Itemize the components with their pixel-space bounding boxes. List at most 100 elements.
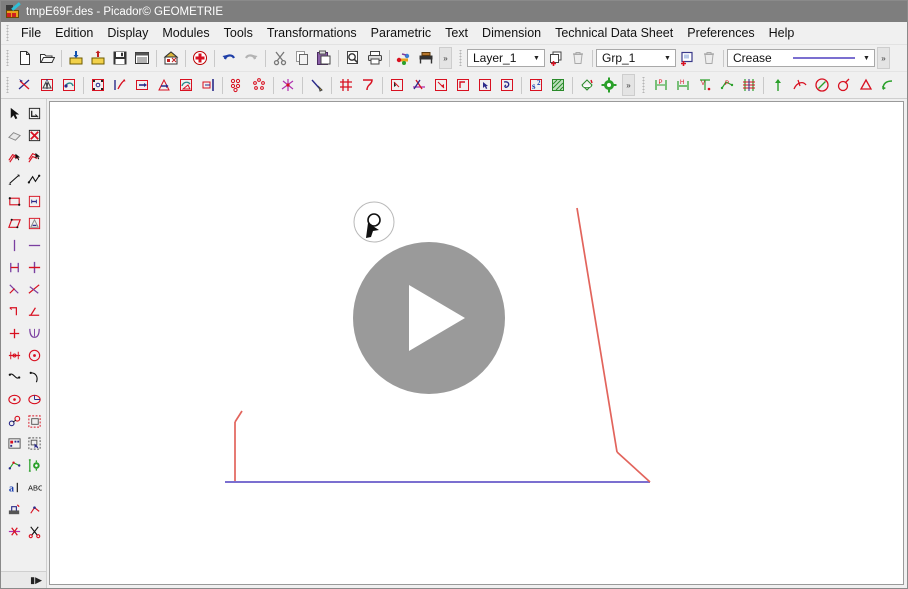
dim-ladder-icon[interactable] <box>738 74 760 96</box>
paste-icon[interactable] <box>313 47 335 69</box>
hatch-grid-icon[interactable] <box>335 74 357 96</box>
linestyle-toolbar-overflow[interactable]: » <box>877 47 890 69</box>
delete-layer-icon[interactable] <box>567 47 589 69</box>
cross-axes-icon[interactable] <box>24 256 44 278</box>
angle-lines-icon[interactable] <box>24 300 44 322</box>
h-distance-icon[interactable] <box>4 256 24 278</box>
select-cross-lines-icon[interactable] <box>14 74 36 96</box>
pie-arc-icon[interactable] <box>24 388 44 410</box>
dim-p-horizontal-icon[interactable]: P <box>650 74 672 96</box>
menu-gripper[interactable] <box>4 25 12 41</box>
tools-toolbar-overflow[interactable]: » <box>622 74 635 96</box>
move-right-icon[interactable] <box>131 74 153 96</box>
stamp-icon[interactable] <box>4 498 24 520</box>
ellipse-icon[interactable] <box>4 388 24 410</box>
flip-horizontal-icon[interactable] <box>109 74 131 96</box>
vertical-line-icon[interactable] <box>4 234 24 256</box>
magic-wand-icon[interactable] <box>306 74 328 96</box>
chevron-down-icon[interactable]: ▼ <box>859 50 874 66</box>
group-combo[interactable]: Grp_1 ▼ <box>596 49 676 67</box>
dim-v-icon[interactable]: V <box>694 74 716 96</box>
scissors-cut-icon[interactable] <box>24 520 44 542</box>
mirror-shape-icon[interactable] <box>36 74 58 96</box>
menu-edition[interactable]: Edition <box>48 23 100 43</box>
print-icon[interactable] <box>364 47 386 69</box>
parallelogram-icon[interactable] <box>4 212 24 234</box>
layer-combo[interactable]: Layer_1 ▼ <box>467 49 545 67</box>
leader-line-icon[interactable] <box>24 498 44 520</box>
trim-icon[interactable] <box>408 74 430 96</box>
delete-all-icon[interactable] <box>24 124 44 146</box>
chain-link-icon[interactable] <box>4 410 24 432</box>
v-curve-icon[interactable] <box>24 322 44 344</box>
snap-intersection-icon[interactable] <box>277 74 299 96</box>
print-preview-icon[interactable] <box>342 47 364 69</box>
delete-group-icon[interactable] <box>698 47 720 69</box>
select-block-icon[interactable] <box>24 432 44 454</box>
chevron-down-icon[interactable]: ▼ <box>660 50 675 66</box>
spline-icon[interactable] <box>4 366 24 388</box>
trapezoid-dim-icon[interactable] <box>24 212 44 234</box>
circle-center-icon[interactable] <box>24 344 44 366</box>
menu-parametric[interactable]: Parametric <box>364 23 438 43</box>
menu-dimension[interactable]: Dimension <box>475 23 548 43</box>
axis-symmetry-icon[interactable] <box>4 344 24 366</box>
menu-technical-data-sheet[interactable]: Technical Data Sheet <box>548 23 680 43</box>
snap-cut-icon[interactable] <box>4 520 24 542</box>
triangle-icon[interactable] <box>855 74 877 96</box>
add-layer-icon[interactable] <box>545 47 567 69</box>
import-icon[interactable] <box>65 47 87 69</box>
gear-settings-icon[interactable] <box>598 74 620 96</box>
drawing-canvas[interactable] <box>49 101 904 585</box>
select-all-nodes-icon[interactable] <box>87 74 109 96</box>
box-arrow-icon[interactable] <box>430 74 452 96</box>
dim-p-diagonal-icon[interactable]: P <box>716 74 738 96</box>
insert-point-icon[interactable] <box>153 74 175 96</box>
open-folder-icon[interactable] <box>36 47 58 69</box>
block-insert-icon[interactable] <box>4 432 24 454</box>
chevron-down-icon[interactable]: ▼ <box>529 50 544 66</box>
redo-icon[interactable] <box>240 47 262 69</box>
loop-arrow-icon[interactable] <box>496 74 518 96</box>
arc-tangent-icon[interactable] <box>789 74 811 96</box>
red-cross-medical-icon[interactable] <box>189 47 211 69</box>
rotate-copy-icon[interactable] <box>175 74 197 96</box>
polyline-icon[interactable] <box>24 168 44 190</box>
plot-colors-icon[interactable] <box>393 47 415 69</box>
eraser-icon[interactable] <box>4 124 24 146</box>
dim-h-icon[interactable]: H <box>672 74 694 96</box>
menu-tools[interactable]: Tools <box>217 23 260 43</box>
text-abc-icon[interactable]: ABC <box>24 476 44 498</box>
bisector-icon[interactable] <box>24 278 44 300</box>
menu-transformations[interactable]: Transformations <box>260 23 364 43</box>
circle-slash-icon[interactable] <box>811 74 833 96</box>
horizontal-line-icon[interactable] <box>24 234 44 256</box>
plotter-icon[interactable] <box>415 47 437 69</box>
segment-icon[interactable] <box>4 168 24 190</box>
plus-point-icon[interactable] <box>4 322 24 344</box>
surface-s2-icon[interactable]: s2 <box>525 74 547 96</box>
arrow-select-icon[interactable] <box>4 102 24 124</box>
right-angle-icon[interactable] <box>4 300 24 322</box>
angle-arc-icon[interactable] <box>833 74 855 96</box>
group-frame-icon[interactable] <box>24 410 44 432</box>
menu-file[interactable]: File <box>14 23 48 43</box>
select-region-icon[interactable] <box>386 74 408 96</box>
menu-text[interactable]: Text <box>438 23 475 43</box>
dim-toolbar-gripper[interactable] <box>640 77 648 93</box>
paint-bucket-icon[interactable] <box>576 74 598 96</box>
undo-icon[interactable] <box>218 47 240 69</box>
text-insert-icon[interactable]: a <box>4 476 24 498</box>
menu-modules[interactable]: Modules <box>155 23 216 43</box>
perpendicular-icon[interactable] <box>4 278 24 300</box>
layer-toolbar-gripper[interactable] <box>457 50 465 66</box>
rectangle-icon[interactable] <box>4 190 24 212</box>
rectangle-dim-icon[interactable] <box>24 190 44 212</box>
node-edit-icon[interactable] <box>4 454 24 476</box>
copy-icon[interactable] <box>291 47 313 69</box>
fillet-corner-icon[interactable] <box>877 74 899 96</box>
rotate-object-icon[interactable] <box>58 74 80 96</box>
new-document-icon[interactable] <box>14 47 36 69</box>
save-icon[interactable] <box>109 47 131 69</box>
home-project-icon[interactable] <box>160 47 182 69</box>
